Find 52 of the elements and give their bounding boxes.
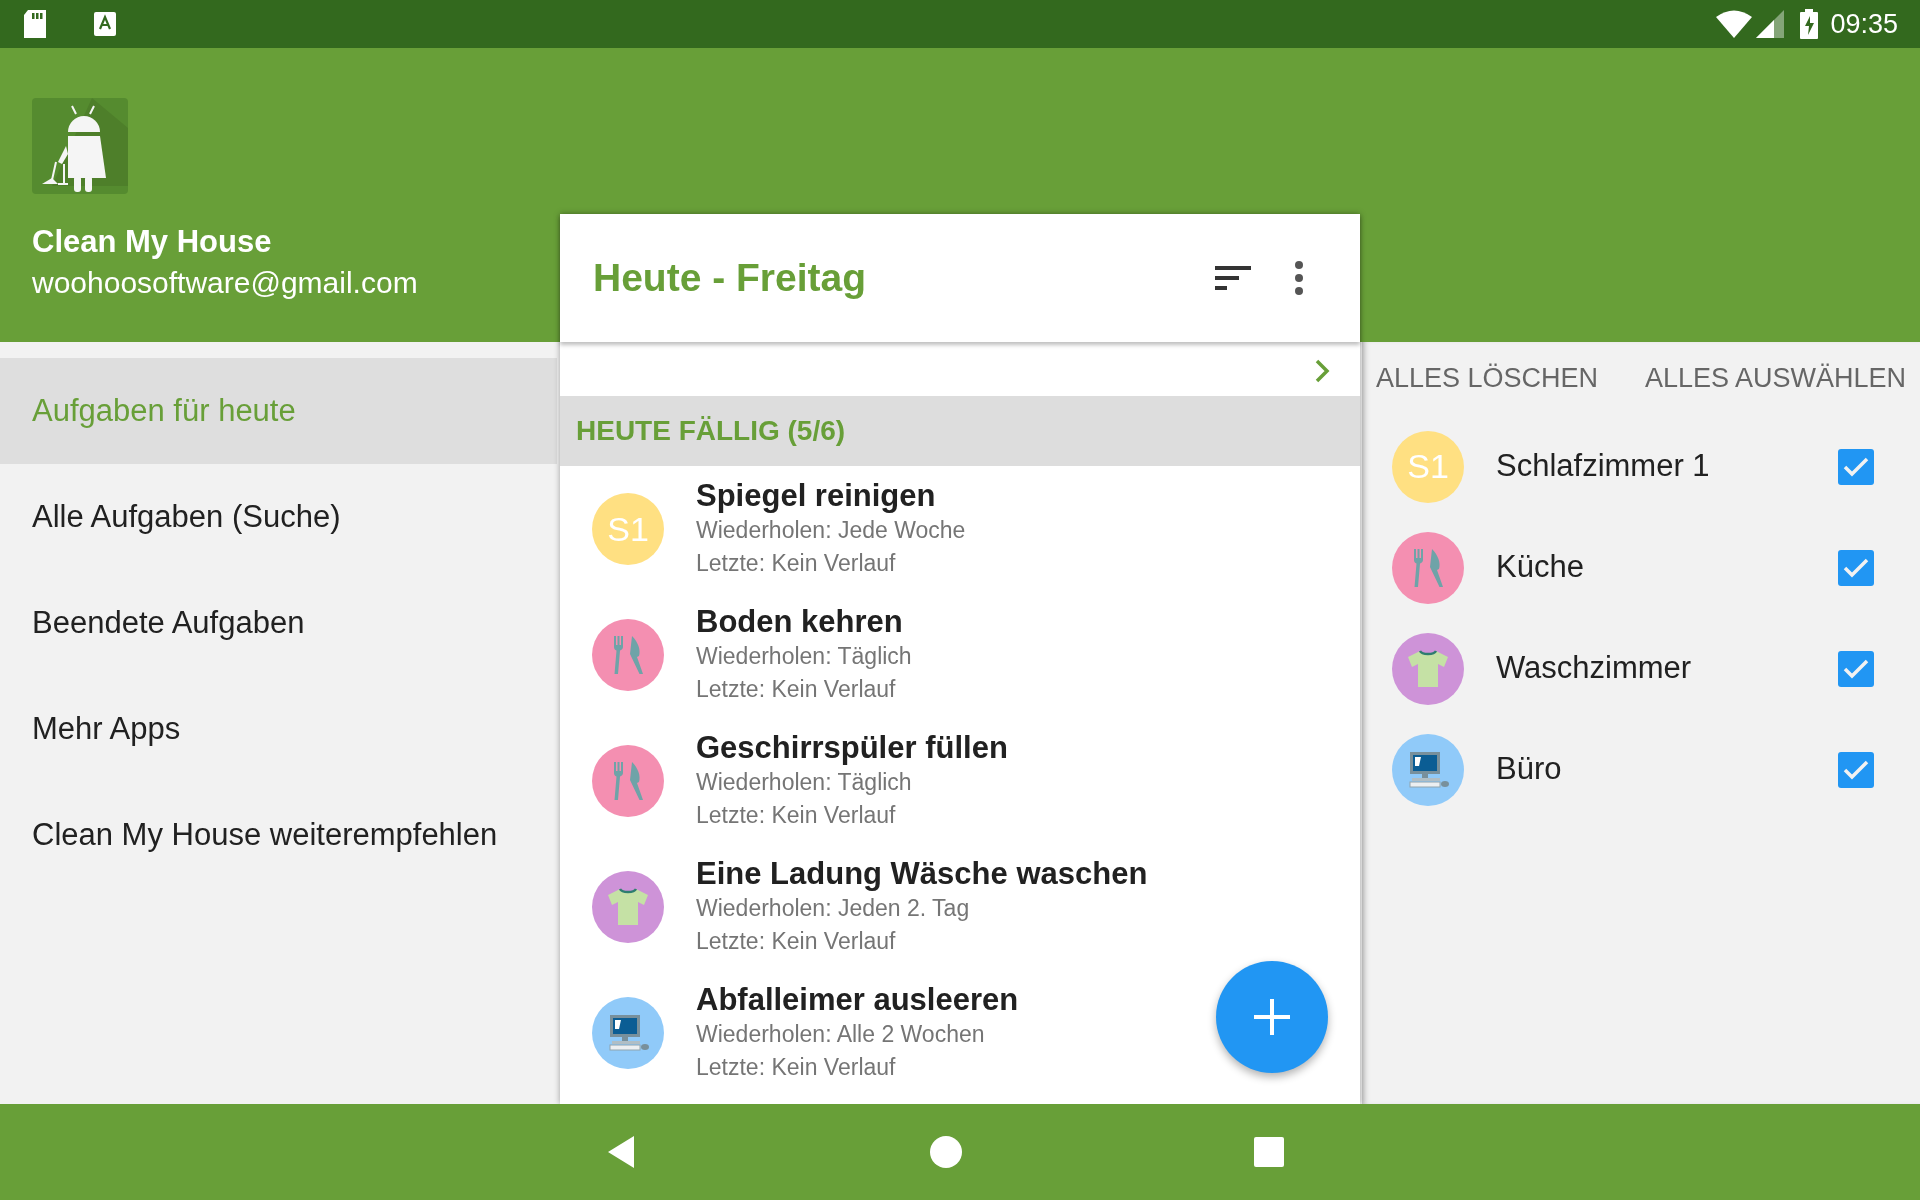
task-last-done: Letzte: Kein Verlauf	[696, 675, 897, 704]
section-title: HEUTE FÄLLIG (5/6)	[576, 414, 846, 448]
shirt-icon	[606, 887, 650, 927]
sd-card-icon	[22, 9, 48, 39]
task-last-done: Letzte: Kein Verlauf	[696, 1053, 897, 1082]
task-title: Boden kehren	[696, 604, 904, 640]
checkbox[interactable]	[1838, 751, 1874, 788]
drawer-item[interactable]: Clean My House weiterempfehlen	[0, 782, 557, 888]
home-icon[interactable]	[930, 1136, 962, 1168]
checkbox[interactable]	[1838, 448, 1874, 485]
task-title: Spiegel reinigen	[696, 478, 937, 514]
checkbox[interactable]	[1838, 549, 1874, 586]
room-name: Küche	[1496, 548, 1585, 587]
room-name: Schlafzimmer 1	[1496, 447, 1711, 486]
more-options-icon[interactable]	[1293, 260, 1305, 296]
computer-icon	[1406, 749, 1450, 790]
drawer-item[interactable]: Alle Aufgaben (Suche)	[0, 464, 557, 570]
text-icon	[94, 12, 116, 36]
clock: 09:35	[1830, 7, 1898, 41]
drawer-item[interactable]: Beendete Aufgaben	[0, 570, 557, 676]
wifi-icon	[1716, 10, 1753, 38]
task-repeat: Wiederholen: Täglich	[696, 768, 913, 797]
back-icon[interactable]	[606, 1135, 636, 1169]
room-name: Waschzimmer	[1496, 649, 1693, 688]
task-repeat: Wiederholen: Jede Woche	[696, 516, 966, 545]
toolbar-title: Heute - Freitag	[593, 254, 868, 301]
battery-charging-icon	[1800, 9, 1819, 39]
account-email: woohoosoftware@gmail.com	[32, 265, 419, 301]
computer-icon	[606, 1013, 650, 1053]
chevron-right-icon[interactable]	[1314, 359, 1330, 383]
avatar-initials: S1	[607, 508, 649, 550]
plus-icon	[1252, 997, 1292, 1037]
task-last-done: Letzte: Kein Verlauf	[696, 549, 897, 578]
task-repeat: Wiederholen: Jeden 2. Tag	[696, 894, 971, 923]
shirt-icon	[1406, 648, 1450, 689]
sort-icon[interactable]	[1213, 263, 1253, 293]
task-title: Geschirrspüler füllen	[696, 730, 1008, 766]
checkbox[interactable]	[1838, 650, 1874, 687]
avatar-initials: S1	[1407, 446, 1449, 487]
task-title: Eine Ladung Wäsche waschen	[696, 856, 1148, 892]
clear-all-button[interactable]: ALLES LÖSCHEN	[1376, 360, 1599, 396]
task-title: Abfalleimer ausleeren	[696, 982, 1019, 1018]
task-repeat: Wiederholen: Täglich	[696, 642, 912, 671]
task-repeat: Wiederholen: Alle 2 Wochen	[696, 1020, 986, 1049]
task-last-done: Letzte: Kein Verlauf	[696, 801, 897, 830]
drawer-item[interactable]: Mehr Apps	[0, 676, 557, 782]
select-all-button[interactable]: ALLES AUSWÄHLEN	[1644, 360, 1906, 396]
room-name: Büro	[1496, 750, 1563, 789]
add-button[interactable]	[1216, 961, 1328, 1073]
signal-icon	[1756, 10, 1785, 38]
task-last-done: Letzte: Kein Verlauf	[696, 927, 897, 956]
app-name: Clean My House	[32, 223, 273, 261]
